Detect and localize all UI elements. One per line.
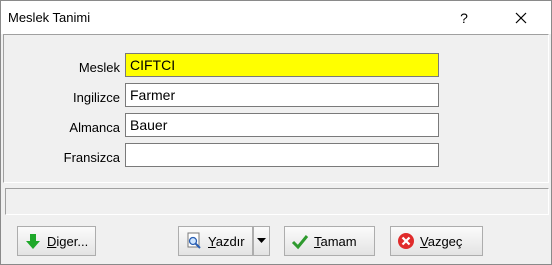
checkmark-icon <box>291 235 309 250</box>
close-button[interactable] <box>506 5 536 31</box>
meslek-field[interactable] <box>125 53 439 77</box>
label-ingilizce: Ingilizce <box>73 90 120 105</box>
label-meslek: Meslek <box>78 60 120 75</box>
dialog-window: Meslek Tanimi ? Meslek Ingilizce Almanca… <box>0 0 552 265</box>
cancel-icon <box>398 233 414 249</box>
dropdown-arrow-icon <box>257 238 266 243</box>
yazdir-dropdown-button[interactable] <box>253 226 270 256</box>
almanca-field[interactable] <box>125 113 439 137</box>
close-icon <box>515 12 527 24</box>
label-almanca: Almanca <box>69 120 120 135</box>
fransizca-field[interactable] <box>125 143 439 167</box>
print-preview-icon <box>187 232 201 249</box>
arrow-down-icon <box>26 234 40 249</box>
window-title: Meslek Tanimi <box>8 10 91 25</box>
yazdir-label: Yazdır <box>208 233 245 249</box>
diger-button[interactable]: Diger... <box>17 226 96 256</box>
diger-label: Diger... <box>47 233 89 249</box>
status-panel <box>5 188 549 215</box>
vazgec-button[interactable]: Vazgeç <box>390 226 483 256</box>
tamam-button[interactable]: Tamam <box>284 226 375 256</box>
label-fransizca: Fransizca <box>63 150 120 165</box>
title-bar: Meslek Tanimi ? <box>1 1 551 34</box>
form-panel: Meslek Ingilizce Almanca Fransizca <box>3 34 549 183</box>
yazdir-button[interactable]: Yazdır <box>178 226 253 256</box>
vazgec-label: Vazgeç <box>420 233 463 249</box>
ingilizce-field[interactable] <box>125 83 439 107</box>
tamam-label: Tamam <box>314 233 357 249</box>
help-button[interactable]: ? <box>449 5 479 31</box>
